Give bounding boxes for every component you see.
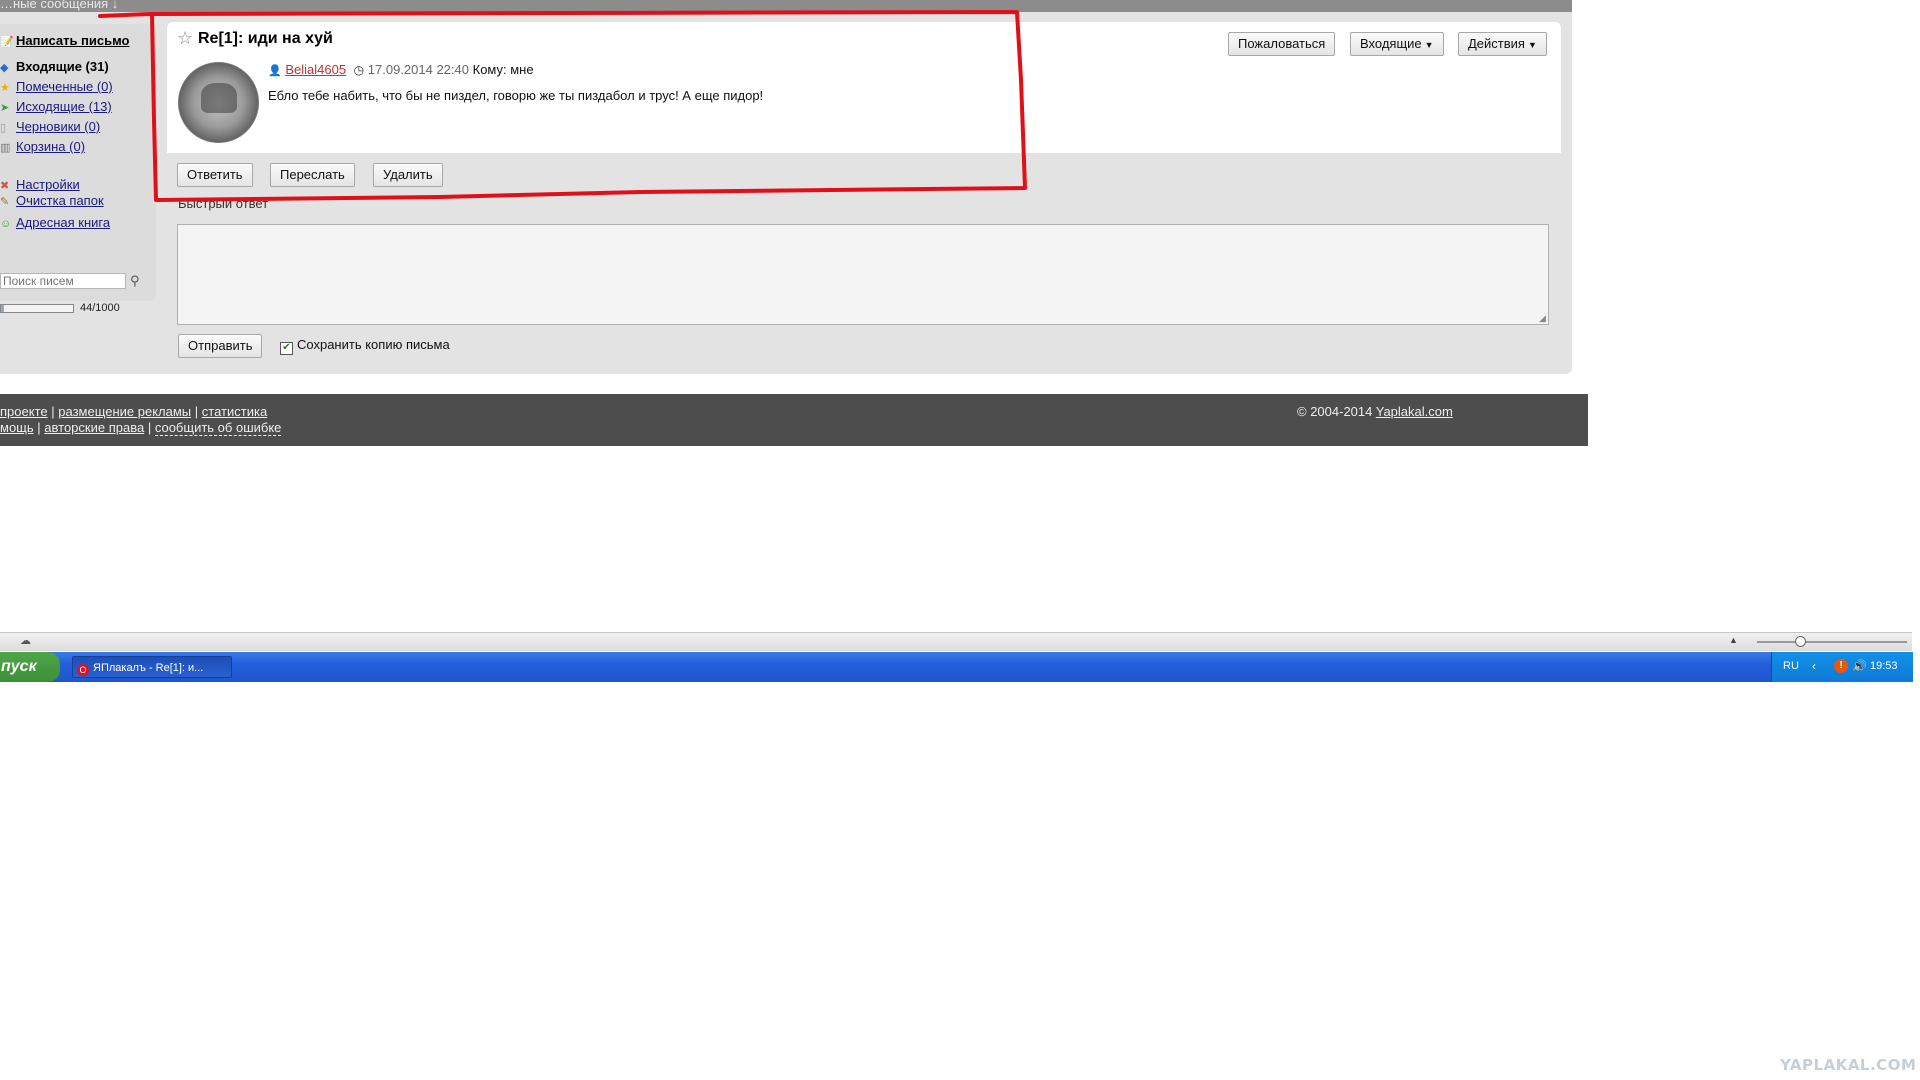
copyright: © 2004-2014 Yaplakal.com — [1297, 404, 1453, 419]
zoom-slider-handle[interactable] — [1795, 636, 1806, 647]
search-input[interactable] — [0, 273, 126, 289]
save-copy-option[interactable]: ✔ Сохранить копию письма — [280, 337, 450, 355]
footer-link-ads[interactable]: размещение рекламы — [58, 404, 191, 419]
tray-arrow-icon[interactable]: ‹ — [1812, 659, 1816, 673]
watermark: YAPLAKAL.COM — [1780, 1056, 1917, 1074]
footer-separator: | — [51, 404, 55, 419]
taskbar-window-title: ЯПлакалъ - Re[1]: и... — [93, 662, 204, 674]
resize-grip-icon[interactable]: ◢ — [1539, 313, 1918, 1079]
cloud-icon[interactable]: ☁ — [20, 634, 31, 647]
footer-line-2: мощь | авторские права | сообщить об оши… — [0, 420, 282, 436]
footer-separator: | — [147, 420, 152, 435]
quota-text: 44/1000 — [80, 302, 120, 314]
copyright-text: © 2004-2014 — [1297, 404, 1373, 419]
footer-link-help[interactable]: мощь — [0, 420, 34, 435]
zoom-slider[interactable] — [1757, 641, 1907, 643]
send-button[interactable]: Отправить — [178, 334, 263, 358]
annotation-red-box — [98, 10, 1027, 202]
search-icon[interactable]: ⚲ — [130, 273, 140, 289]
arrow-up-icon[interactable]: ▲ — [1729, 635, 1738, 645]
taskbar: пуск O ЯПлакалъ - Re[1]: и... RU ‹ ! 🔊 19… — [0, 652, 1913, 682]
start-button[interactable]: пуск — [0, 652, 60, 682]
annotation-overlay — [98, 10, 1027, 202]
start-label: пуск — [1, 658, 37, 675]
site-footer: проекте | размещение рекламы | статистик… — [0, 394, 1588, 446]
quick-reply-textarea[interactable] — [177, 224, 1549, 325]
footer-link-report-error[interactable]: сообщить об ошибке — [154, 420, 282, 436]
save-copy-checkbox[interactable]: ✔ — [280, 342, 293, 355]
opera-icon: O — [77, 664, 89, 676]
footer-line-1: проекте | размещение рекламы | статистик… — [0, 404, 267, 419]
send-label: Отправить — [188, 338, 253, 353]
footer-link-copyright[interactable]: авторские права — [44, 420, 144, 435]
save-copy-label: Сохранить копию письма — [297, 337, 450, 352]
footer-separator: | — [37, 420, 41, 435]
clock: 19:53 — [1870, 660, 1898, 672]
volume-icon[interactable]: 🔊 — [1852, 659, 1867, 673]
site-link[interactable]: Yaplakal.com — [1376, 404, 1453, 419]
quota-bar — [0, 304, 74, 313]
footer-link-about[interactable]: проекте — [0, 404, 48, 419]
security-alert-icon[interactable]: ! — [1834, 659, 1848, 673]
browser-status-bar: ☁ ▲ — [0, 632, 1912, 651]
language-indicator[interactable]: RU — [1783, 660, 1799, 672]
quota-fill — [1, 305, 5, 312]
taskbar-window-button[interactable]: O ЯПлакалъ - Re[1]: и... — [72, 656, 232, 678]
footer-link-stats[interactable]: статистика — [202, 404, 267, 419]
footer-separator: | — [194, 404, 199, 419]
